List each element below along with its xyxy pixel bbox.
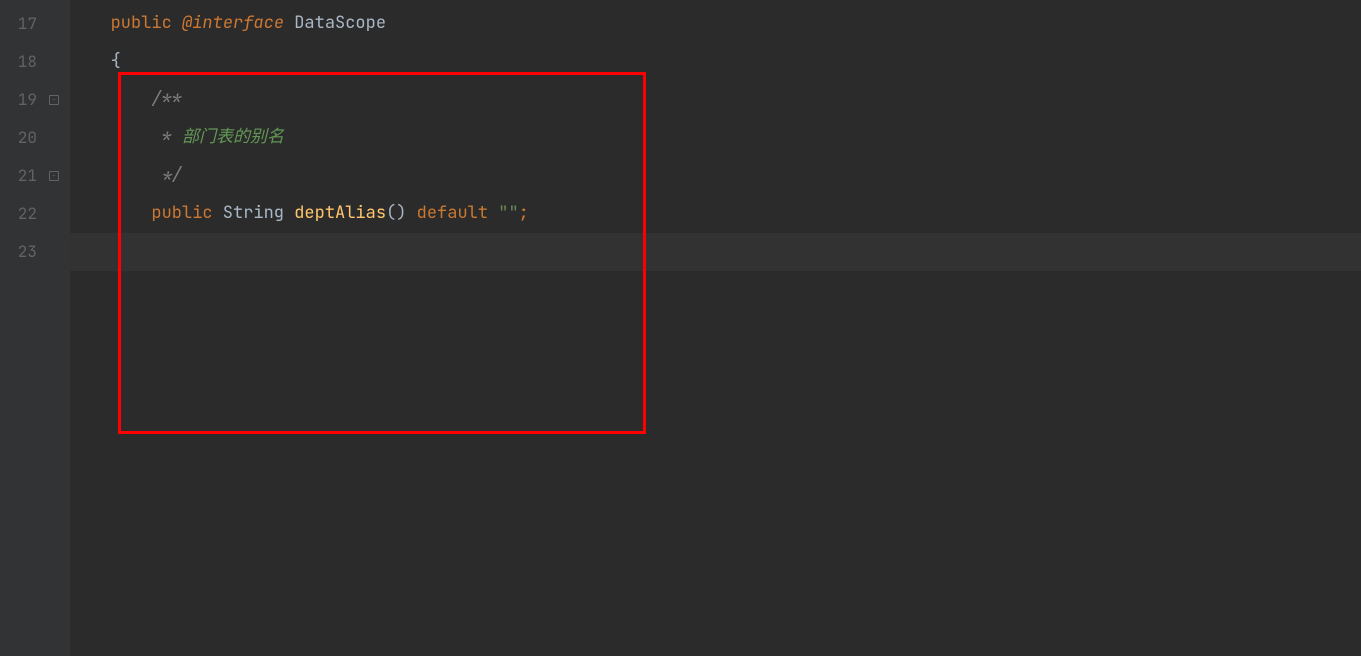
line-number[interactable]: 21 [0, 164, 45, 188]
gutter-row: 23 [0, 233, 70, 271]
code-token [80, 11, 111, 37]
line-number[interactable]: 19 [0, 88, 45, 112]
code-token: */ [162, 163, 182, 189]
code-line[interactable]: public String deptAlias() default ""; [70, 195, 1361, 233]
code-token [406, 201, 416, 227]
line-number[interactable]: 23 [0, 240, 45, 264]
code-token: default [417, 201, 488, 227]
code-token: public [111, 11, 172, 37]
gutter-row: 20 [0, 119, 70, 157]
line-number[interactable]: 17 [0, 12, 45, 36]
code-token: { [111, 49, 121, 75]
code-token: /** [151, 87, 182, 113]
fold-open-icon[interactable]: − [49, 95, 59, 105]
code-token: ; [519, 201, 529, 227]
line-number[interactable]: 20 [0, 126, 45, 150]
fold-area: − [45, 95, 63, 105]
code-token: DataScope [294, 11, 386, 37]
code-token: "" [498, 201, 518, 227]
gutter-row: 19− [0, 81, 70, 119]
line-number[interactable]: 22 [0, 202, 45, 226]
code-token: public [151, 201, 212, 227]
line-number[interactable]: 18 [0, 50, 45, 74]
gutter: 171819−2021−2223 [0, 0, 70, 656]
gutter-row: 17 [0, 5, 70, 43]
gutter-row: 22 [0, 195, 70, 233]
code-token: * [162, 125, 182, 151]
code-token [488, 201, 498, 227]
code-token [80, 201, 151, 227]
gutter-row: 21− [0, 157, 70, 195]
code-token: () [386, 201, 406, 227]
code-line[interactable]: /** [70, 81, 1361, 119]
gutter-row: 18 [0, 43, 70, 81]
code-token: 部门表的别名 [182, 125, 284, 151]
code-line[interactable] [70, 233, 1361, 271]
code-token: deptAlias [294, 201, 386, 227]
code-line[interactable]: public @interface DataScope [70, 5, 1361, 43]
code-editor[interactable]: 171819−2021−2223 public @interface DataS… [0, 0, 1361, 656]
code-line[interactable]: { [70, 43, 1361, 81]
fold-area: − [45, 171, 63, 181]
code-line[interactable]: */ [70, 157, 1361, 195]
code-token [172, 11, 182, 37]
code-token [284, 11, 294, 37]
code-token: String [213, 201, 295, 227]
code-token [80, 125, 162, 151]
fold-close-icon[interactable]: − [49, 171, 59, 181]
code-line[interactable]: * 部门表的别名 [70, 119, 1361, 157]
code-token [80, 87, 151, 113]
code-token: @interface [182, 11, 284, 37]
code-area[interactable]: public @interface DataScope { /** * 部门表的… [70, 0, 1361, 656]
code-token [80, 163, 162, 189]
code-token [80, 49, 111, 75]
